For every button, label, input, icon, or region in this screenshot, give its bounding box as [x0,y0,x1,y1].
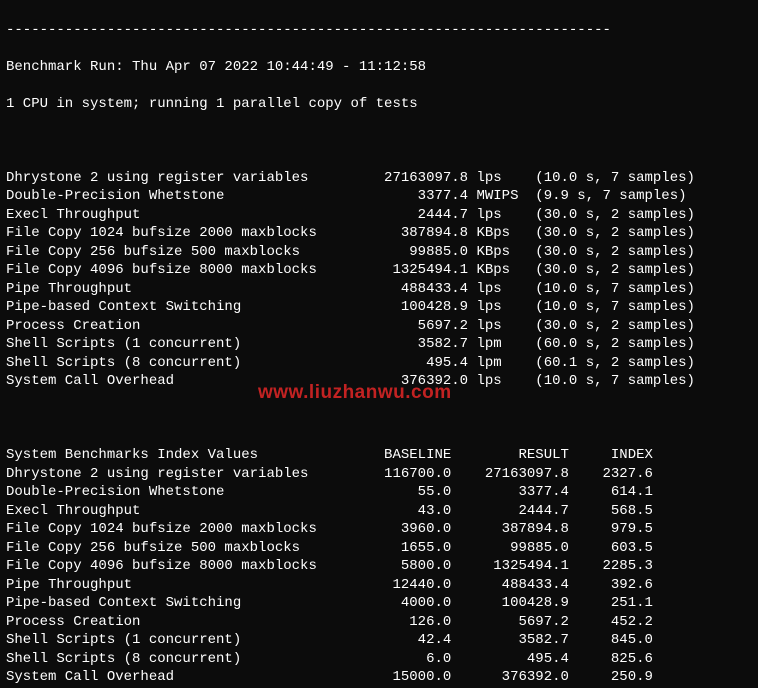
index-row: System Call Overhead 15000.0 376392.0 25… [6,668,752,687]
index-row: Shell Scripts (1 concurrent) 42.4 3582.7… [6,631,752,650]
index-row: File Copy 1024 bufsize 2000 maxblocks 39… [6,520,752,539]
test-row: Execl Throughput 2444.7 lps (30.0 s, 2 s… [6,206,752,225]
test-row: Pipe Throughput 488433.4 lps (10.0 s, 7 … [6,280,752,299]
test-row: System Call Overhead 376392.0 lps (10.0 … [6,372,752,391]
test-row: Dhrystone 2 using register variables 271… [6,169,752,188]
index-block: System Benchmarks Index Values BASELINE … [6,446,752,687]
index-row: Double-Precision Whetstone 55.0 3377.4 6… [6,483,752,502]
cpu-line: 1 CPU in system; running 1 parallel copy… [6,95,752,114]
blank [6,409,752,428]
index-header-row: System Benchmarks Index Values BASELINE … [6,446,752,465]
index-row: Dhrystone 2 using register variables 116… [6,465,752,484]
benchmark-run-line: Benchmark Run: Thu Apr 07 2022 10:44:49 … [6,58,752,77]
test-row: File Copy 1024 bufsize 2000 maxblocks 38… [6,224,752,243]
index-row: File Copy 256 bufsize 500 maxblocks 1655… [6,539,752,558]
index-row: Pipe-based Context Switching 4000.0 1004… [6,594,752,613]
index-row: Execl Throughput 43.0 2444.7 568.5 [6,502,752,521]
index-row: Process Creation 126.0 5697.2 452.2 [6,613,752,632]
divider-top: ----------------------------------------… [6,21,752,40]
blank [6,132,752,151]
test-row: Double-Precision Whetstone 3377.4 MWIPS … [6,187,752,206]
test-row: Pipe-based Context Switching 100428.9 lp… [6,298,752,317]
index-row: Shell Scripts (8 concurrent) 6.0 495.4 8… [6,650,752,669]
test-row: Shell Scripts (8 concurrent) 495.4 lpm (… [6,354,752,373]
test-row: Shell Scripts (1 concurrent) 3582.7 lpm … [6,335,752,354]
terminal-output: ----------------------------------------… [0,0,758,688]
index-row: Pipe Throughput 12440.0 488433.4 392.6 [6,576,752,595]
index-row: File Copy 4096 bufsize 8000 maxblocks 58… [6,557,752,576]
test-row: Process Creation 5697.2 lps (30.0 s, 2 s… [6,317,752,336]
test-row: File Copy 4096 bufsize 8000 maxblocks 13… [6,261,752,280]
tests-block: Dhrystone 2 using register variables 271… [6,169,752,391]
test-row: File Copy 256 bufsize 500 maxblocks 9988… [6,243,752,262]
